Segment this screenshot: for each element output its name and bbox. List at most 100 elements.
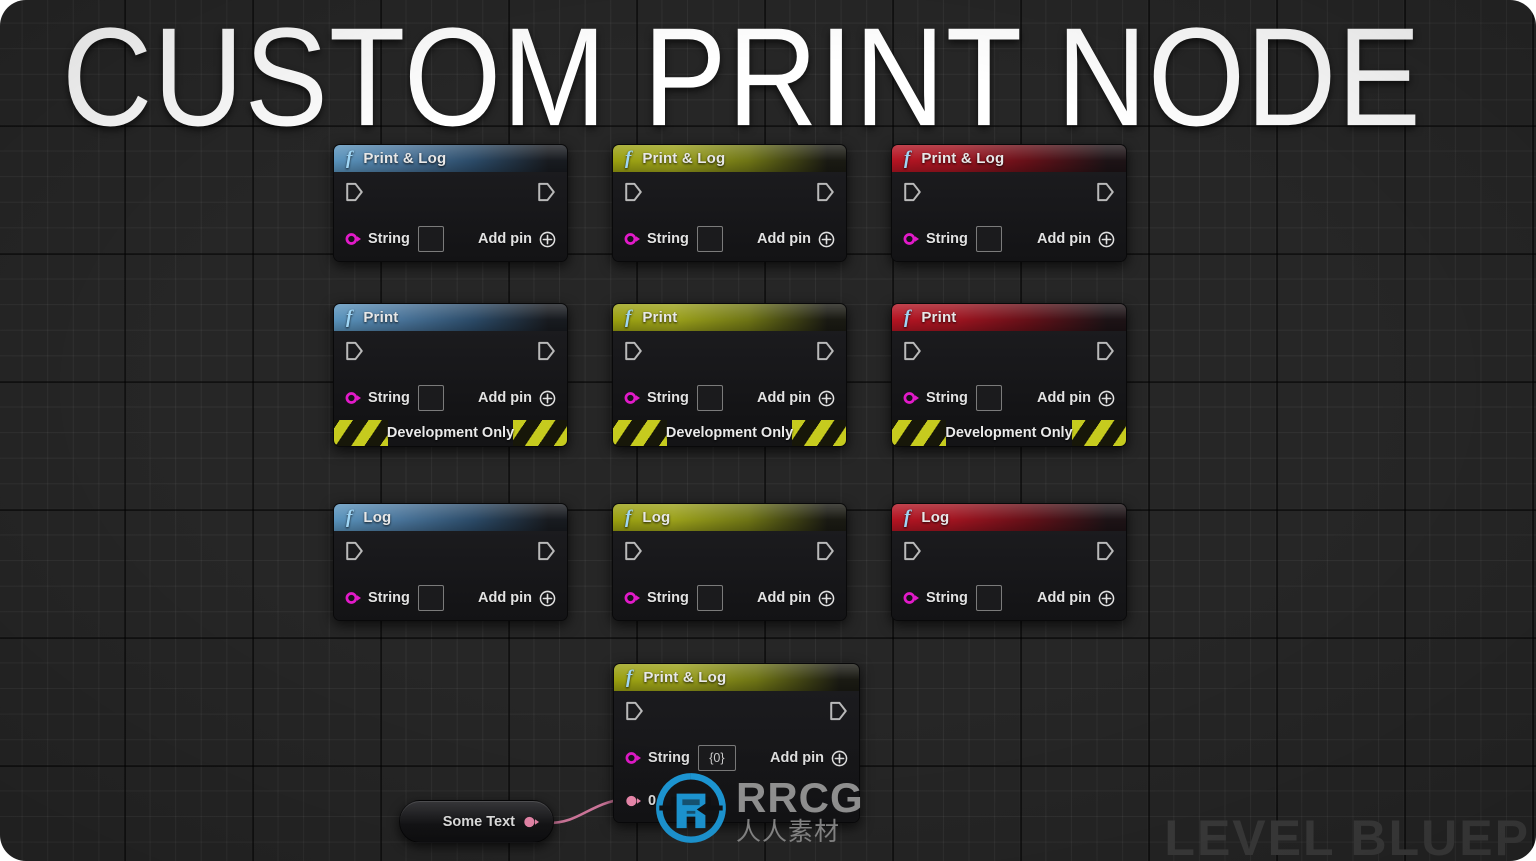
blueprint-canvas[interactable]: CUSTOM PRINT NODE LEVEL BLUEP f Print & L…: [0, 0, 1536, 861]
blueprint-node-log-blue[interactable]: f Log String Add pin: [333, 503, 568, 621]
node-header[interactable]: f Print: [613, 304, 846, 331]
exec-pin-icon[interactable]: [345, 182, 364, 202]
exec-pin-icon[interactable]: [345, 541, 364, 561]
exec-pin-icon[interactable]: [537, 541, 556, 561]
add-pin-plus-icon[interactable]: [818, 390, 835, 407]
exec-output-pin[interactable]: [816, 182, 835, 207]
exec-pin-icon[interactable]: [1096, 341, 1115, 361]
add-pin-plus-icon[interactable]: [539, 231, 556, 248]
add-pin-button[interactable]: Add pin: [757, 231, 835, 248]
add-pin-button[interactable]: Add pin: [1037, 231, 1115, 248]
string-pin-icon[interactable]: [345, 390, 361, 406]
exec-output-pin[interactable]: [537, 341, 556, 366]
wildcard-pin-icon[interactable]: [523, 814, 539, 830]
exec-pin-icon[interactable]: [345, 341, 364, 361]
exec-output-pin[interactable]: [1096, 182, 1115, 207]
string-value-field[interactable]: [417, 385, 444, 411]
exec-input-pin[interactable]: [345, 541, 364, 566]
blueprint-node-print-red[interactable]: f Print String Add pin Development Only: [891, 303, 1127, 447]
exec-pin-icon[interactable]: [1096, 182, 1115, 202]
exec-input-pin[interactable]: [624, 341, 643, 366]
node-header[interactable]: f Log: [334, 504, 567, 531]
exec-pin-icon[interactable]: [624, 341, 643, 361]
exec-output-pin[interactable]: [816, 541, 835, 566]
exec-output-pin[interactable]: [537, 541, 556, 566]
add-pin-plus-icon[interactable]: [1098, 231, 1115, 248]
add-pin-button[interactable]: Add pin: [770, 750, 848, 767]
blueprint-node-print-log-yellow[interactable]: f Print & Log String Add pin: [612, 144, 847, 262]
exec-input-pin[interactable]: [345, 182, 364, 207]
literal-node-some-text-literal[interactable]: Some Text: [399, 800, 554, 843]
node-header[interactable]: f Print & Log: [613, 145, 846, 172]
node-header[interactable]: f Print: [892, 304, 1126, 331]
string-pin-icon[interactable]: [345, 590, 361, 606]
node-header[interactable]: f Log: [613, 504, 846, 531]
string-value-field[interactable]: [417, 585, 444, 611]
exec-pin-icon[interactable]: [625, 701, 644, 721]
string-pin-icon[interactable]: [625, 750, 641, 766]
exec-input-pin[interactable]: [625, 701, 644, 726]
exec-input-pin[interactable]: [624, 182, 643, 207]
node-header[interactable]: f Print & Log: [614, 664, 859, 691]
string-pin-icon[interactable]: [624, 231, 640, 247]
string-pin-icon[interactable]: [903, 590, 919, 606]
exec-pin-icon[interactable]: [624, 182, 643, 202]
exec-pin-icon[interactable]: [624, 541, 643, 561]
string-pin-icon[interactable]: [903, 231, 919, 247]
exec-pin-icon[interactable]: [816, 182, 835, 202]
blueprint-node-log-red[interactable]: f Log String Add pin: [891, 503, 1127, 621]
string-pin-icon[interactable]: [345, 231, 361, 247]
node-header[interactable]: f Print & Log: [334, 145, 567, 172]
exec-pin-icon[interactable]: [1096, 541, 1115, 561]
blueprint-node-print-log-blue[interactable]: f Print & Log String Add pin: [333, 144, 568, 262]
string-pin-icon[interactable]: [624, 390, 640, 406]
exec-output-pin[interactable]: [829, 701, 848, 726]
exec-output-pin[interactable]: [1096, 341, 1115, 366]
string-value-field[interactable]: [696, 585, 723, 611]
node-header[interactable]: f Print & Log: [892, 145, 1126, 172]
add-pin-plus-icon[interactable]: [831, 750, 848, 767]
exec-pin-icon[interactable]: [903, 541, 922, 561]
exec-input-pin[interactable]: [903, 341, 922, 366]
exec-output-pin[interactable]: [537, 182, 556, 207]
string-value-field[interactable]: [975, 585, 1002, 611]
blueprint-node-print-log-red[interactable]: f Print & Log String Add pin: [891, 144, 1127, 262]
exec-pin-icon[interactable]: [903, 182, 922, 202]
wildcard-pin-icon[interactable]: [625, 793, 641, 809]
string-value-field[interactable]: [417, 226, 444, 252]
add-pin-button[interactable]: Add pin: [478, 231, 556, 248]
add-pin-plus-icon[interactable]: [539, 390, 556, 407]
exec-output-pin[interactable]: [816, 341, 835, 366]
exec-input-pin[interactable]: [345, 341, 364, 366]
add-pin-plus-icon[interactable]: [1098, 390, 1115, 407]
add-pin-button[interactable]: Add pin: [1037, 590, 1115, 607]
string-pin-icon[interactable]: [624, 590, 640, 606]
add-pin-plus-icon[interactable]: [1098, 590, 1115, 607]
exec-pin-icon[interactable]: [903, 341, 922, 361]
exec-input-pin[interactable]: [903, 541, 922, 566]
string-value-field[interactable]: [696, 385, 723, 411]
string-value-field[interactable]: [696, 226, 723, 252]
blueprint-node-print-blue[interactable]: f Print String Add pin Development Only: [333, 303, 568, 447]
add-pin-button[interactable]: Add pin: [478, 390, 556, 407]
blueprint-node-print-yellow[interactable]: f Print String Add pin Development Only: [612, 303, 847, 447]
exec-pin-icon[interactable]: [537, 341, 556, 361]
exec-pin-icon[interactable]: [816, 341, 835, 361]
exec-pin-icon[interactable]: [537, 182, 556, 202]
add-pin-plus-icon[interactable]: [539, 590, 556, 607]
add-pin-button[interactable]: Add pin: [1037, 390, 1115, 407]
exec-output-pin[interactable]: [1096, 541, 1115, 566]
string-pin-icon[interactable]: [903, 390, 919, 406]
blueprint-node-log-yellow[interactable]: f Log String Add pin: [612, 503, 847, 621]
exec-pin-icon[interactable]: [829, 701, 848, 721]
string-value-field[interactable]: {0}: [697, 745, 736, 771]
add-pin-button[interactable]: Add pin: [757, 390, 835, 407]
add-pin-button[interactable]: Add pin: [478, 590, 556, 607]
node-header[interactable]: f Log: [892, 504, 1126, 531]
add-pin-button[interactable]: Add pin: [757, 590, 835, 607]
add-pin-plus-icon[interactable]: [818, 590, 835, 607]
string-value-field[interactable]: [975, 385, 1002, 411]
add-pin-plus-icon[interactable]: [818, 231, 835, 248]
exec-input-pin[interactable]: [624, 541, 643, 566]
node-header[interactable]: f Print: [334, 304, 567, 331]
